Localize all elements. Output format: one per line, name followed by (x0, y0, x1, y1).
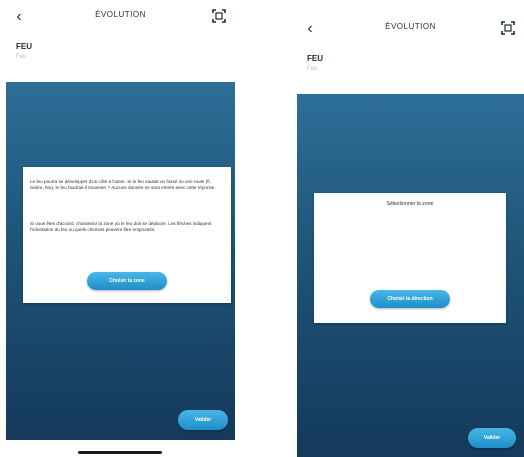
choose-zone-button[interactable]: Choisir la zone (87, 272, 167, 290)
qr-scan-icon[interactable] (500, 20, 516, 36)
modal-paragraph-1: Le feu pourra se développer d'un côté à … (30, 179, 216, 190)
validate-button[interactable]: Valider (178, 410, 228, 430)
entity-name: FEU (307, 54, 323, 63)
home-indicator (78, 451, 162, 454)
qr-scan-icon[interactable] (211, 8, 227, 24)
chevron-left-icon[interactable]: ‹ (303, 20, 317, 38)
entity-subtitle: Feu (307, 66, 318, 72)
top-bar: ‹ ÉVOLUTION (297, 12, 524, 46)
modal-paragraph-2: Si vous êtes d'accord, choisissez la zon… (30, 221, 212, 232)
entity-name: FEU (16, 42, 32, 51)
top-bar: ‹ ÉVOLUTION (6, 0, 235, 34)
phone-screen-2: ‹ ÉVOLUTION FEU Feu Sélectionner la zone… (297, 12, 524, 457)
choose-direction-button[interactable]: Choisir la direction (370, 290, 450, 308)
validate-button[interactable]: Valider (468, 428, 516, 448)
phone-screen-1: ‹ ÉVOLUTION FEU Feu Le feu pourra se dév… (6, 0, 235, 457)
chevron-left-icon[interactable]: ‹ (12, 8, 26, 26)
modal-title: Sélectionner la zone (386, 201, 434, 207)
screen-title: ÉVOLUTION (385, 22, 436, 31)
zone-selection-modal: Sélectionner la zone Choisir la directio… (314, 193, 506, 323)
entity-subtitle: Feu (16, 54, 27, 60)
info-modal: Le feu pourra se développer d'un côté à … (23, 167, 231, 303)
screen-title: ÉVOLUTION (95, 10, 146, 19)
